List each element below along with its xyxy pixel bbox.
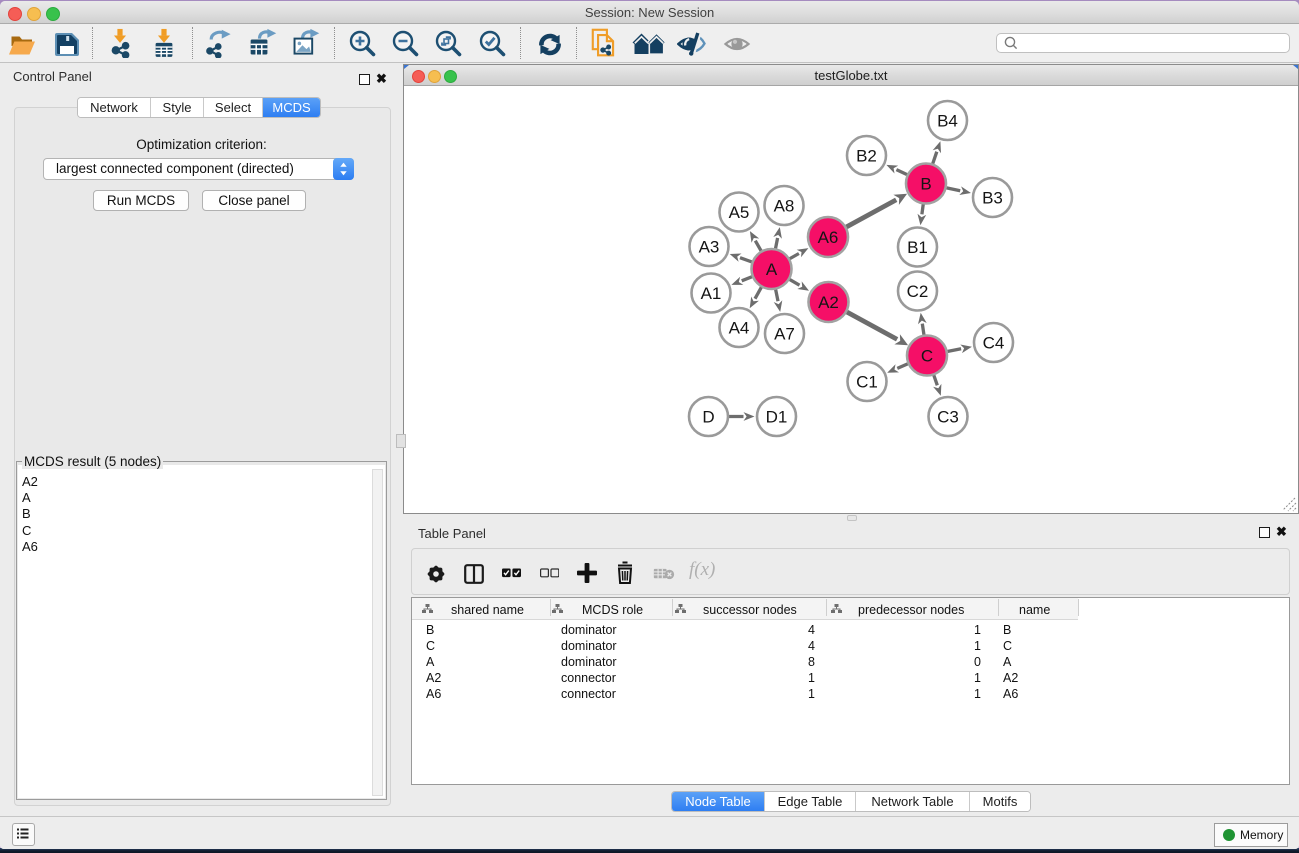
svg-text:A6: A6 [818,228,839,247]
svg-text:B2: B2 [856,146,877,165]
svg-text:A2: A2 [818,293,839,312]
svg-text:B3: B3 [982,188,1003,207]
svg-text:C2: C2 [907,282,929,301]
svg-text:A: A [766,260,778,279]
svg-text:D: D [702,407,714,426]
svg-text:A5: A5 [729,203,750,222]
svg-text:C4: C4 [983,333,1005,352]
svg-text:C3: C3 [937,407,959,426]
svg-text:A4: A4 [729,318,750,337]
svg-text:B1: B1 [907,238,928,257]
svg-text:C1: C1 [856,372,878,391]
svg-text:A7: A7 [774,324,795,343]
svg-text:A1: A1 [701,284,722,303]
svg-text:A8: A8 [774,196,795,215]
svg-text:A3: A3 [699,237,720,256]
svg-text:D1: D1 [766,407,788,426]
svg-text:B4: B4 [937,111,958,130]
svg-text:C: C [921,346,933,365]
svg-text:B: B [920,174,931,193]
